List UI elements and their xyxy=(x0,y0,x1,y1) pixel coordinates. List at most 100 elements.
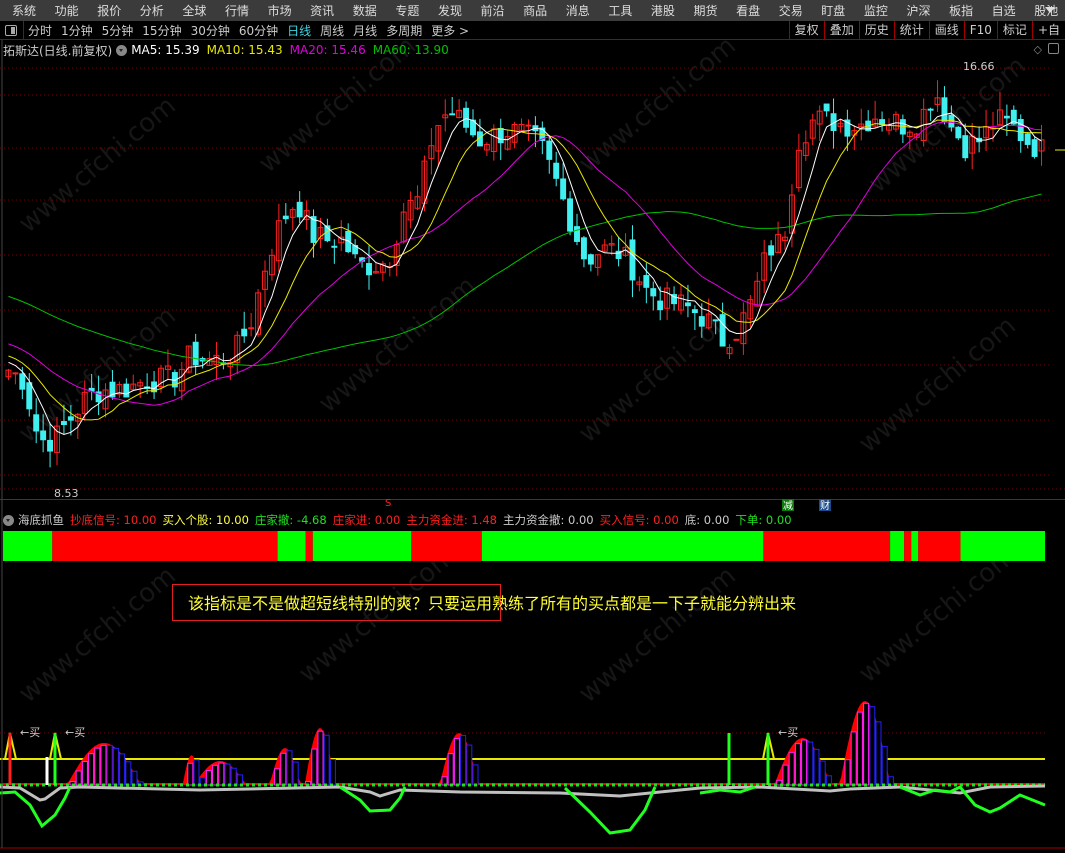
candle-down xyxy=(719,314,726,347)
candle-down xyxy=(1017,119,1024,142)
energy-bar xyxy=(807,741,814,786)
energy-bar xyxy=(88,753,95,786)
energy-bar xyxy=(844,759,851,786)
kline-chart[interactable]: 16.66 8.53 S 减 财 ←买 ←买 ←买 xyxy=(0,0,1065,853)
candle-down xyxy=(463,107,470,128)
energy-bar xyxy=(236,774,243,786)
energy-bar xyxy=(131,770,138,786)
energy-bar xyxy=(323,734,330,786)
energy-bar xyxy=(187,762,194,786)
energy-bar xyxy=(94,747,101,786)
indicator-field: 庄家撤: -4.68 xyxy=(254,513,327,527)
energy-bar xyxy=(212,764,219,786)
candle-down xyxy=(712,319,719,322)
energy-bar xyxy=(794,743,801,786)
candle-down xyxy=(1031,139,1038,157)
energy-bar xyxy=(311,748,318,786)
candle-down xyxy=(33,414,40,432)
energy-bar xyxy=(125,761,132,786)
annotation-text: 该指标是不是做超短线特别的爽？只要运用熟练了所有的买点都是一下子就能分辨出来 xyxy=(188,594,797,613)
candle-down xyxy=(40,430,47,441)
signal-segment-buy xyxy=(890,531,905,561)
energy-bar xyxy=(317,730,324,786)
indicator-field: 底: 0.00 xyxy=(684,513,730,527)
candle-down xyxy=(768,245,775,256)
indicator-field: 庄家进: 0.00 xyxy=(332,513,401,527)
energy-bar xyxy=(224,763,231,786)
energy-bar xyxy=(205,770,212,786)
energy-bar xyxy=(447,753,454,786)
candle-down xyxy=(643,275,650,288)
ma20-line xyxy=(8,121,1042,406)
energy-bar xyxy=(112,747,119,786)
candle-down xyxy=(192,341,199,366)
energy-bar xyxy=(863,702,870,786)
indicator-dropdown-icon[interactable] xyxy=(3,514,14,526)
candle-down xyxy=(497,127,504,144)
energy-bar xyxy=(466,744,473,786)
energy-bar xyxy=(460,734,467,786)
indicator-header: 海底抓鱼 抄底信号: 10.00 买入个股: 10.00 庄家撤: -4.68 庄家进… xyxy=(3,512,798,528)
candle-down xyxy=(574,226,580,242)
buy-label: ←买 xyxy=(20,726,40,739)
energy-bar xyxy=(819,760,826,786)
candle-down xyxy=(691,309,698,314)
energy-bar xyxy=(193,759,200,786)
signal-segment-sell xyxy=(411,531,482,561)
candle-down xyxy=(546,140,553,160)
candle-down xyxy=(580,237,587,260)
candle-down xyxy=(955,126,962,139)
energy-area xyxy=(3,701,1045,785)
energy-bar xyxy=(329,759,336,786)
signal-segment-sell xyxy=(904,531,912,561)
candle-down xyxy=(331,245,338,248)
indicator-field: 主力资金撤: 0.00 xyxy=(502,513,594,527)
energy-bar xyxy=(875,721,882,786)
ma60-line xyxy=(8,193,1042,367)
indicator-name: 海底抓鱼 xyxy=(18,513,64,527)
energy-bar xyxy=(850,731,857,786)
energy-bar xyxy=(230,767,237,786)
energy-bar xyxy=(100,744,107,786)
candle-down xyxy=(553,162,560,179)
candle-down xyxy=(823,103,830,112)
candle-down xyxy=(67,416,74,421)
energy-bar xyxy=(782,764,789,786)
candle-down xyxy=(26,382,33,410)
indicator-field: 买入个股: 10.00 xyxy=(162,513,249,527)
buy-label: ←买 xyxy=(778,726,798,739)
energy-bar xyxy=(106,744,113,786)
candle-down xyxy=(449,113,456,116)
candle-down xyxy=(962,135,969,159)
candle-down xyxy=(19,373,26,390)
candle-down xyxy=(60,421,67,426)
energy-bar xyxy=(856,711,863,786)
candle-up xyxy=(525,124,532,127)
signal-segment-buy xyxy=(3,531,53,561)
candle-up xyxy=(733,338,740,341)
candle-down xyxy=(296,201,303,218)
signal-segment-buy xyxy=(312,531,412,561)
high-price-label: 16.66 xyxy=(963,60,995,73)
energy-bar xyxy=(813,748,820,786)
candle-down xyxy=(560,178,567,200)
signal-segment-buy xyxy=(960,531,1045,561)
energy-bar xyxy=(218,762,225,786)
energy-bar xyxy=(472,764,479,786)
candle-down xyxy=(241,328,248,337)
reduce-badge-text: 减 xyxy=(783,500,793,512)
buy-label: ←买 xyxy=(65,726,85,739)
energy-bar xyxy=(81,760,88,786)
energy-bar xyxy=(801,739,808,786)
candle-down xyxy=(282,215,289,220)
low-price-label: 8.53 xyxy=(54,487,79,500)
energy-bar xyxy=(274,768,281,786)
indicator-field: 抄底信号: 10.00 xyxy=(70,513,157,527)
signal-segment-sell xyxy=(763,531,891,561)
candle-down xyxy=(1024,133,1031,145)
candle-down xyxy=(123,383,130,398)
candle-down xyxy=(941,97,948,123)
candle-down xyxy=(698,316,705,327)
candle-down xyxy=(1003,115,1010,119)
energy-bar xyxy=(75,770,82,786)
